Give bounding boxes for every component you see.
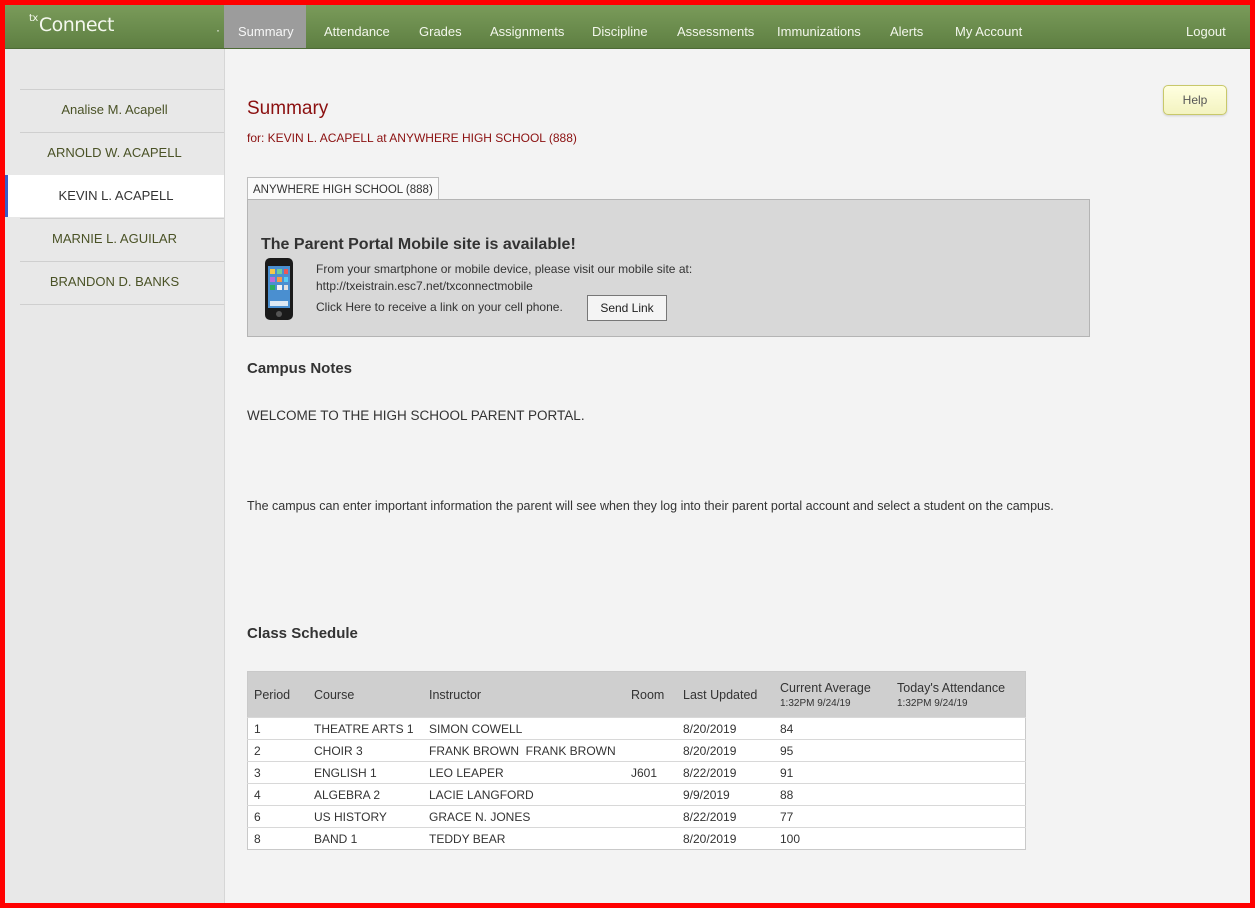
cell-room [625, 783, 677, 806]
col-instructor: Instructor [429, 687, 482, 702]
app-frame: txConnect · Summary Attendance Grades As… [5, 5, 1250, 903]
campus-tab[interactable]: ANYWHERE HIGH SCHOOL (888) [247, 177, 439, 200]
table-header-row: Period Course Instructor Room Last Updat… [247, 671, 1026, 718]
cell-instructor: FRANK BROWN FRANK BROWN [423, 739, 625, 762]
table-row: 3 ENGLISH 1 LEO LEAPER J601 8/22/2019 91 [247, 761, 1026, 784]
table-row: 6 US HISTORY GRACE N. JONES 8/22/2019 77 [247, 805, 1026, 828]
tab-summary[interactable]: Summary [224, 5, 306, 48]
cell-last-updated: 8/20/2019 [677, 717, 774, 740]
cell-last-updated: 8/22/2019 [677, 761, 774, 784]
cell-course: CHOIR 3 [308, 739, 423, 762]
tab-assignments[interactable]: Assignments [490, 5, 564, 48]
cell-current-average[interactable]: 91 [774, 761, 891, 784]
cell-last-updated: 8/22/2019 [677, 805, 774, 828]
help-button[interactable]: Help [1163, 85, 1227, 115]
cell-period: 6 [247, 805, 308, 828]
cell-room [625, 805, 677, 828]
class-schedule-table: Period Course Instructor Room Last Updat… [247, 671, 1026, 850]
table-row: 4 ALGEBRA 2 LACIE LANGFORD 9/9/2019 88 [247, 783, 1026, 806]
cell-todays-attendance [891, 805, 1026, 828]
col-todays-attendance-time: 1:32PM 9/24/19 [897, 697, 968, 709]
student-sidebar: Analise M. Acapell ARNOLD W. ACAPELL KEV… [5, 49, 225, 903]
cell-todays-attendance [891, 717, 1026, 740]
cell-instructor: GRACE N. JONES [423, 805, 625, 828]
logout-link[interactable]: Logout [1186, 5, 1226, 48]
table-row: 2 CHOIR 3 FRANK BROWN FRANK BROWN 8/20/2… [247, 739, 1026, 762]
col-room: Room [631, 687, 665, 702]
send-link-button[interactable]: Send Link [587, 295, 667, 321]
txconnect-logo[interactable]: txConnect [29, 12, 115, 36]
col-todays-attendance-label: Today's Attendance [897, 680, 1006, 695]
campus-info-note: The campus can enter important informati… [247, 499, 1054, 513]
cell-last-updated: 8/20/2019 [677, 739, 774, 762]
cell-course: BAND 1 [308, 827, 423, 850]
campus-notes-heading: Campus Notes [247, 360, 353, 377]
tab-attendance[interactable]: Attendance [324, 5, 390, 48]
sidebar-student-kevin-acapell[interactable]: KEVIN L. ACAPELL [5, 175, 224, 217]
tab-alerts[interactable]: Alerts [890, 5, 923, 48]
col-current-average-label: Current Average [780, 680, 871, 695]
cell-todays-attendance [891, 739, 1026, 762]
cell-course: ALGEBRA 2 [308, 783, 423, 806]
class-schedule-heading: Class Schedule [247, 625, 358, 642]
tab-immunizations[interactable]: Immunizations [777, 5, 861, 48]
sidebar-student-brandon-banks[interactable]: BRANDON D. BANKS [5, 261, 224, 303]
top-nav-bar: txConnect · Summary Attendance Grades As… [5, 5, 1250, 49]
cell-current-average[interactable]: 77 [774, 805, 891, 828]
cell-course: US HISTORY [308, 805, 423, 828]
cell-period: 3 [247, 761, 308, 784]
col-period: Period [254, 687, 291, 702]
col-current-average: Current Average 1:32PM 9/24/19 [774, 672, 891, 718]
cell-period: 2 [247, 739, 308, 762]
cell-instructor: LEO LEAPER [423, 761, 625, 784]
sidebar-student-marnie-aguilar[interactable]: MARNIE L. AGUILAR [5, 218, 224, 260]
sidebar-student-arnold-acapell[interactable]: ARNOLD W. ACAPELL [5, 132, 224, 174]
cell-current-average[interactable]: 88 [774, 783, 891, 806]
cell-instructor: LACIE LANGFORD [423, 783, 625, 806]
cell-todays-attendance [891, 761, 1026, 784]
cell-room: J601 [625, 761, 677, 784]
logo-text: Connect [38, 14, 115, 36]
col-last-updated: Last Updated [683, 687, 758, 702]
cell-last-updated: 8/20/2019 [677, 827, 774, 850]
cell-course: THEATRE ARTS 1 [308, 717, 423, 740]
cell-instructor: TEDDY BEAR [423, 827, 625, 850]
cell-current-average[interactable]: 84 [774, 717, 891, 740]
mobile-site-notice: The Parent Portal Mobile site is availab… [247, 199, 1090, 337]
campus-welcome-note: WELCOME TO THE HIGH SCHOOL PARENT PORTAL… [247, 408, 585, 423]
table-row: 1 THEATRE ARTS 1 SIMON COWELL 8/20/2019 … [247, 717, 1026, 740]
tab-grades[interactable]: Grades [419, 5, 462, 48]
tab-assessments[interactable]: Assessments [677, 5, 754, 48]
mobile-site-url: http://txeistrain.esc7.net/txconnectmobi… [316, 279, 533, 293]
mobile-notice-text: From your smartphone or mobile device, p… [316, 262, 693, 276]
logo-prefix: tx [29, 12, 38, 24]
tab-discipline[interactable]: Discipline [592, 5, 648, 48]
nav-separator: · [216, 23, 220, 37]
sidebar-divider [20, 304, 224, 305]
cell-todays-attendance [891, 783, 1026, 806]
page-subtitle: for: KEVIN L. ACAPELL at ANYWHERE HIGH S… [247, 131, 577, 145]
page-title: Summary [247, 98, 329, 119]
mobile-notice-title: The Parent Portal Mobile site is availab… [261, 236, 576, 253]
tab-my-account[interactable]: My Account [955, 5, 1022, 48]
table-row: 8 BAND 1 TEDDY BEAR 8/20/2019 100 [247, 827, 1026, 850]
sidebar-student-analise-acapell[interactable]: Analise M. Acapell [5, 89, 224, 131]
cell-period: 4 [247, 783, 308, 806]
cell-last-updated: 9/9/2019 [677, 783, 774, 806]
col-todays-attendance: Today's Attendance 1:32PM 9/24/19 [891, 672, 1026, 718]
cell-period: 8 [247, 827, 308, 850]
cell-room [625, 739, 677, 762]
cell-current-average[interactable]: 100 [774, 827, 891, 850]
col-current-average-time: 1:32PM 9/24/19 [780, 697, 851, 709]
cell-instructor: SIMON COWELL [423, 717, 625, 740]
mobile-link-text: Click Here to receive a link on your cel… [316, 300, 563, 314]
col-course: Course [314, 687, 355, 702]
cell-period: 1 [247, 717, 308, 740]
cell-todays-attendance [891, 827, 1026, 850]
cell-room [625, 827, 677, 850]
cell-course: ENGLISH 1 [308, 761, 423, 784]
smartphone-icon [265, 258, 293, 320]
cell-current-average[interactable]: 95 [774, 739, 891, 762]
cell-room [625, 717, 677, 740]
